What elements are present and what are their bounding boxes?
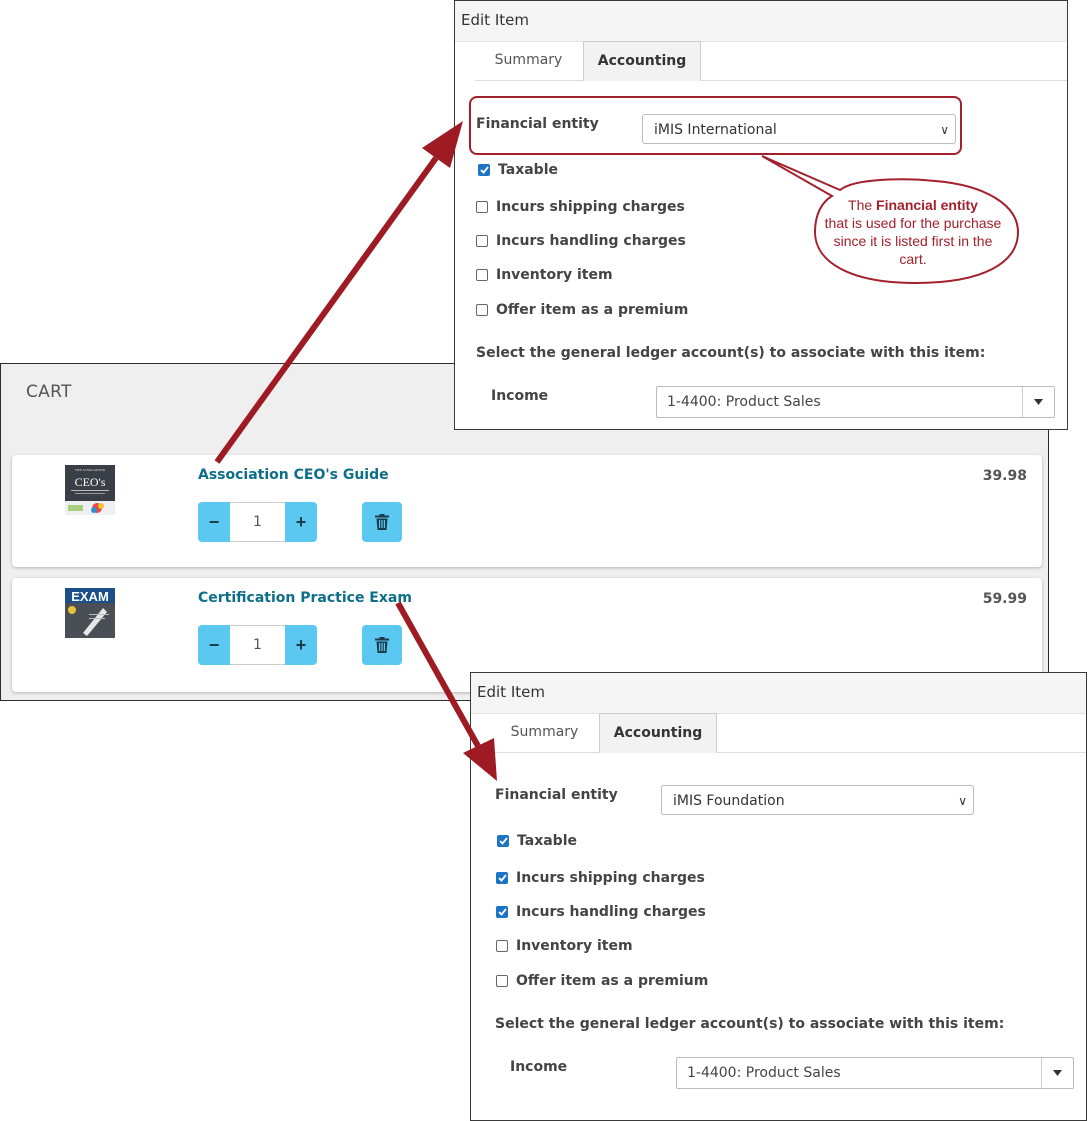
checkbox-label: Incurs shipping charges [516, 870, 705, 886]
checkbox-icon[interactable] [476, 235, 488, 247]
tab-bar: Summary Accounting [491, 713, 1086, 753]
checkbox-icon[interactable] [476, 269, 488, 281]
decrease-quantity-button[interactable]: − [198, 625, 230, 665]
quantity-stepper: − 1 + [198, 625, 317, 665]
checkbox-label: Inventory item [516, 938, 633, 954]
svg-text:THE ASSOCIATION: THE ASSOCIATION [75, 468, 106, 472]
panel-title: Edit Item [461, 11, 529, 29]
financial-entity-label: Financial entity [495, 787, 618, 803]
quantity-stepper: − 1 + [198, 502, 317, 542]
callout-bold: Financial entity [876, 197, 978, 213]
checkbox-label: Offer item as a premium [516, 973, 709, 989]
caret-down-icon[interactable] [1022, 387, 1054, 417]
gl-instructions: Select the general ledger account(s) to … [476, 345, 986, 361]
ceo-guide-thumbnail: THE ASSOCIATION CEO's [65, 465, 115, 515]
income-label: Income [510, 1059, 568, 1075]
panel-header [455, 1, 1067, 42]
gl-instructions: Select the general ledger account(s) to … [495, 1016, 1005, 1032]
financial-entity-highlight [469, 96, 962, 155]
tab-accounting[interactable]: Accounting [599, 713, 717, 753]
checkbox-shipping[interactable]: Incurs shipping charges [496, 870, 705, 886]
checkbox-premium[interactable]: Offer item as a premium [496, 973, 708, 989]
checkbox-icon[interactable] [496, 975, 508, 987]
tab-summary[interactable]: Summary [475, 41, 582, 80]
checkbox-handling[interactable]: Incurs handling charges [476, 233, 686, 249]
checkbox-shipping[interactable]: Incurs shipping charges [476, 199, 685, 215]
checkbox-label: Incurs handling charges [516, 904, 706, 920]
checkbox-icon[interactable] [476, 304, 488, 316]
item-name-link[interactable]: Association CEO's Guide [198, 467, 389, 483]
tab-accounting[interactable]: Accounting [583, 41, 701, 81]
remove-item-button[interactable] [362, 502, 402, 542]
trash-icon [375, 514, 389, 530]
checkbox-icon[interactable] [496, 872, 508, 884]
checkbox-inventory[interactable]: Inventory item [496, 938, 633, 954]
tab-summary[interactable]: Summary [491, 713, 598, 752]
tab-bar: Summary Accounting [475, 41, 1067, 81]
checkbox-label: Inventory item [496, 267, 613, 283]
remove-item-button[interactable] [362, 625, 402, 665]
cart-title: CART [26, 382, 72, 402]
edit-item-panel-foundation: Edit Item Summary Accounting Financial e… [470, 672, 1087, 1121]
income-label: Income [491, 388, 549, 404]
checkbox-taxable[interactable]: Taxable [497, 833, 577, 849]
income-account-dropdown[interactable]: 1-4400: Product Sales [676, 1057, 1074, 1089]
increase-quantity-button[interactable]: + [285, 625, 317, 665]
callout-pre: The [848, 197, 877, 213]
decrease-quantity-button[interactable]: − [198, 502, 230, 542]
trash-icon [375, 637, 389, 653]
income-account-value: 1-4400: Product Sales [667, 394, 821, 410]
quantity-input[interactable]: 1 [230, 502, 285, 542]
checkbox-taxable[interactable]: Taxable [478, 162, 558, 178]
increase-quantity-button[interactable]: + [285, 502, 317, 542]
checkbox-icon[interactable] [496, 940, 508, 952]
checkbox-label: Taxable [498, 162, 558, 178]
checkbox-label: Offer item as a premium [496, 302, 689, 318]
caret-down-icon[interactable] [1041, 1058, 1073, 1088]
checkbox-icon[interactable] [476, 201, 488, 213]
item-price: 39.98 [982, 468, 1027, 484]
checkbox-premium[interactable]: Offer item as a premium [476, 302, 688, 318]
svg-text:CEO's: CEO's [75, 475, 106, 489]
exam-thumbnail: EXAM [65, 588, 115, 638]
cart-item: THE ASSOCIATION CEO's Association CEO's … [12, 455, 1042, 567]
income-account-value: 1-4400: Product Sales [687, 1065, 841, 1081]
checkbox-handling[interactable]: Incurs handling charges [496, 904, 706, 920]
chevron-down-icon: ∨ [958, 794, 967, 808]
item-name-link[interactable]: Certification Practice Exam [198, 590, 412, 606]
panel-header [471, 673, 1086, 714]
quantity-input[interactable]: 1 [230, 625, 285, 665]
financial-entity-value: iMIS Foundation [673, 793, 785, 809]
financial-entity-select[interactable]: iMIS Foundation ∨ [661, 785, 974, 815]
checkbox-icon[interactable] [497, 835, 509, 847]
checkbox-inventory[interactable]: Inventory item [476, 267, 613, 283]
callout-text: The Financial entity that is used for the… [824, 196, 1002, 268]
checkbox-label: Incurs handling charges [496, 233, 686, 249]
income-account-dropdown[interactable]: 1-4400: Product Sales [656, 386, 1055, 418]
checkbox-label: Incurs shipping charges [496, 199, 685, 215]
item-price: 59.99 [982, 591, 1027, 607]
checkbox-icon[interactable] [478, 164, 490, 176]
svg-text:EXAM: EXAM [71, 589, 109, 604]
callout-post: that is used for the purchase since it i… [824, 215, 1002, 267]
checkbox-label: Taxable [517, 833, 577, 849]
panel-title: Edit Item [477, 683, 545, 701]
checkbox-icon[interactable] [496, 906, 508, 918]
